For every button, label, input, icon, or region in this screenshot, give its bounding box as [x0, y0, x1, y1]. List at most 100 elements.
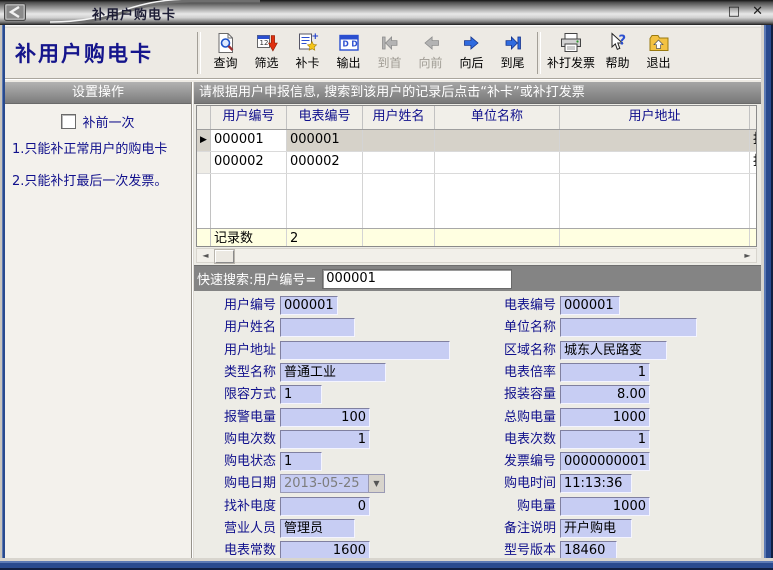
printer-icon: [559, 31, 583, 55]
field-area-name[interactable]: 城东人民路变: [560, 341, 667, 360]
footer-cell: [435, 229, 560, 247]
makeup-previous-checkbox[interactable]: [61, 114, 76, 129]
chevron-down-icon[interactable]: ▼: [368, 475, 384, 492]
toolbar-button-exit[interactable]: 退出: [638, 29, 679, 71]
toolbar-button-export[interactable]: D D输出: [328, 29, 369, 71]
field-alarm-power[interactable]: 100: [280, 408, 370, 427]
field-label-purchase-time: 购电时间: [480, 474, 556, 493]
field-purchase-status[interactable]: 1: [280, 452, 322, 471]
field-meter-count[interactable]: 1: [560, 430, 650, 449]
field-purchase-count[interactable]: 1: [280, 430, 370, 449]
table-cell[interactable]: [363, 130, 435, 151]
hscroll-thumb[interactable]: [215, 250, 234, 263]
toolbar-button-reprint-invoice[interactable]: 补打发票: [545, 29, 597, 71]
footer-cell: [750, 229, 757, 247]
table-cell[interactable]: 报: [750, 130, 757, 151]
table-cell[interactable]: 报: [750, 152, 757, 173]
field-label-alarm-power: 报警电量: [200, 408, 276, 427]
field-operator[interactable]: 管理员: [280, 519, 355, 538]
grid-filler-cell: [197, 174, 211, 228]
toolbar-button-help[interactable]: ? 帮助: [597, 29, 638, 71]
toolbar-button-label: 向后: [459, 55, 483, 71]
hscroll-right-arrow-icon[interactable]: ►: [740, 249, 755, 262]
field-purchase-date[interactable]: 2013-05-25▼: [280, 474, 385, 493]
go-prev-icon: [420, 31, 442, 55]
table-cell[interactable]: [435, 130, 560, 151]
field-installed-capacity[interactable]: 8.00: [560, 385, 650, 404]
field-label-user-name: 用户姓名: [200, 318, 276, 337]
field-user-id[interactable]: 000001: [280, 296, 338, 315]
hscroll-left-arrow-icon[interactable]: ◄: [198, 249, 213, 262]
field-label-meter-count: 电表次数: [480, 430, 556, 449]
field-label-purchase-count: 购电次数: [200, 430, 276, 449]
field-meter-id[interactable]: 000001: [560, 296, 620, 315]
export-window-icon: D D: [338, 31, 360, 55]
svg-text:+: +: [311, 32, 319, 42]
field-type-name[interactable]: 普通工业: [280, 363, 386, 382]
field-invoice-no[interactable]: 0000000001: [560, 452, 650, 471]
table-header-row: 用户编号电表编号用户姓名单位名称用户地址: [197, 106, 756, 130]
column-header[interactable]: [750, 106, 757, 129]
column-header[interactable]: 单位名称: [435, 106, 560, 129]
instruction-bar: 请根据用户申报信息, 搜索到该用户的记录后点击“补卡”或补打发票: [194, 82, 761, 104]
svg-text:?: ?: [618, 34, 626, 49]
table-cell[interactable]: 000001: [287, 130, 363, 151]
table-cell[interactable]: [560, 130, 750, 151]
row-selector-cell[interactable]: [197, 152, 211, 173]
titlebar: 补用户购电卡 □✕: [0, 0, 773, 25]
table-row[interactable]: 000002000002 报: [197, 152, 756, 174]
go-last-icon: [502, 31, 524, 55]
field-purchase-time[interactable]: 11:13:36: [560, 474, 632, 493]
quick-search-input[interactable]: [322, 269, 512, 289]
table-cell[interactable]: [435, 152, 560, 173]
toolbar-button-query[interactable]: 查询: [205, 29, 246, 71]
toolbar-button-label: 到首: [377, 55, 401, 71]
field-makeup-power[interactable]: 0: [280, 497, 370, 516]
column-header[interactable]: 电表编号: [287, 106, 363, 129]
table-cell[interactable]: 000002: [287, 152, 363, 173]
field-limit-mode[interactable]: 1: [280, 385, 322, 404]
table-cell[interactable]: 000001: [211, 130, 287, 151]
close-button[interactable]: ✕: [752, 3, 763, 21]
record-count-row: 记录数2: [197, 228, 756, 247]
footer-cell: [560, 229, 750, 247]
card-add-icon: +: [297, 31, 319, 55]
go-next-icon: [461, 31, 483, 55]
field-user-address[interactable]: [280, 341, 450, 360]
page-title: 补用户购电卡: [15, 38, 153, 68]
table-cell[interactable]: 000002: [211, 152, 287, 173]
field-total-power[interactable]: 1000: [560, 408, 650, 427]
detail-form: 用户编号000001用户姓名用户地址类型名称普通工业限容方式1报警电量100购电…: [194, 291, 761, 561]
table-row[interactable]: ▶000001000001报: [197, 130, 756, 152]
field-purchase-amount[interactable]: 1000: [560, 497, 650, 516]
column-header[interactable]: 用户姓名: [363, 106, 435, 129]
search-doc-icon: [215, 31, 237, 55]
toolbar-button-makeup-card[interactable]: +补卡: [287, 29, 328, 71]
app-icon[interactable]: [4, 3, 26, 21]
toolbar-button-go-last[interactable]: 到尾: [492, 29, 533, 71]
field-label-meter-ratio: 电表倍率: [480, 363, 556, 382]
field-purchase-date-value: 2013-05-25: [281, 475, 368, 492]
maximize-button[interactable]: □: [728, 3, 740, 21]
field-user-name[interactable]: [280, 318, 355, 337]
toolbar-button-go-next[interactable]: 向后: [451, 29, 492, 71]
field-meter-ratio[interactable]: 1: [560, 363, 650, 382]
column-header[interactable]: 用户地址: [560, 106, 750, 129]
makeup-previous-checkbox-row[interactable]: 补前一次: [5, 112, 191, 131]
quick-search-label: 快速搜索:用户编号=: [197, 269, 316, 288]
field-remark[interactable]: 开户购电: [560, 519, 632, 538]
table-cell[interactable]: [560, 152, 750, 173]
field-unit-name[interactable]: [560, 318, 697, 337]
toolbar-button-filter[interactable]: 12筛选: [246, 29, 287, 71]
field-label-operator: 营业人员: [200, 519, 276, 538]
toolbar-button-label: 帮助: [606, 55, 630, 71]
exit-folder-icon: [648, 31, 670, 55]
table-cell[interactable]: [363, 152, 435, 173]
field-label-total-power: 总购电量: [480, 408, 556, 427]
field-label-area-name: 区域名称: [480, 341, 556, 360]
row-selector-cell[interactable]: ▶: [197, 130, 211, 151]
field-label-user-address: 用户地址: [200, 341, 276, 360]
table-hscrollbar[interactable]: ◄ ►: [196, 248, 757, 263]
field-label-type-name: 类型名称: [200, 363, 276, 382]
column-header[interactable]: 用户编号: [211, 106, 287, 129]
